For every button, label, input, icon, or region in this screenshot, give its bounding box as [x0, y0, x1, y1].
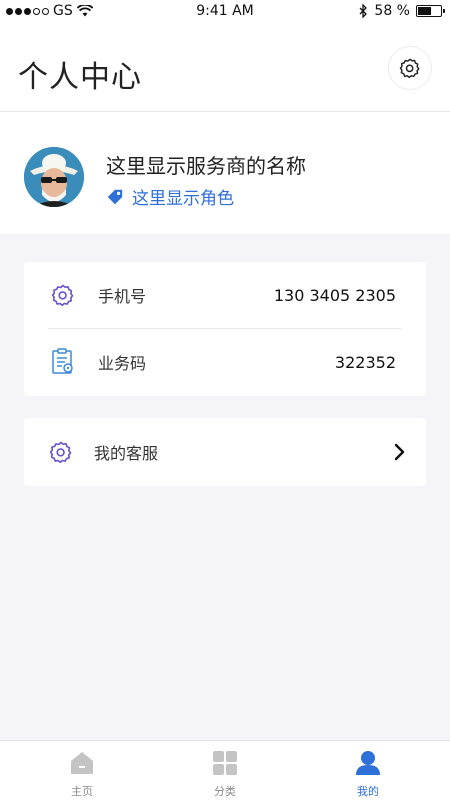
tab-bar: 主页 分类 我的	[0, 740, 450, 800]
gear-icon	[399, 58, 420, 79]
tab-home-label: 主页	[71, 785, 93, 798]
phone-label: 手机号	[98, 287, 147, 306]
business-code-value: 322352	[334, 352, 396, 372]
gear-icon	[48, 439, 74, 465]
bluetooth-icon	[359, 4, 368, 18]
business-code-row[interactable]: 业务码 322352	[24, 329, 426, 395]
business-code-label: 业务码	[98, 354, 147, 373]
provider-name: 这里显示服务商的名称	[106, 154, 306, 178]
tab-category[interactable]: 分类	[190, 749, 260, 799]
customer-service-label: 我的客服	[94, 444, 159, 463]
home-icon	[71, 752, 93, 774]
tab-home[interactable]: 主页	[47, 749, 117, 799]
role-label: 这里显示角色	[132, 189, 234, 209]
battery-percent: 58 %	[374, 3, 410, 19]
tab-mine[interactable]: 我的	[333, 749, 403, 799]
chevron-right-icon	[394, 443, 405, 461]
status-bar: GS 9:41 AM 58 %	[0, 0, 450, 24]
customer-service-card[interactable]: 我的客服	[24, 418, 426, 486]
settings-button[interactable]	[388, 46, 432, 90]
info-card: 手机号 130 3405 2305 业务码 322352	[24, 262, 426, 396]
gear-icon	[50, 282, 76, 308]
document-icon	[50, 348, 76, 375]
user-icon	[356, 751, 380, 775]
tag-icon	[107, 189, 123, 204]
tab-category-label: 分类	[214, 785, 236, 798]
profile-section: 这里显示服务商的名称 这里显示角色	[0, 112, 450, 234]
page-title: 个人中心	[18, 60, 142, 95]
grid-icon	[213, 751, 237, 775]
avatar-image	[24, 147, 84, 207]
customer-service-row[interactable]: 我的客服	[24, 419, 426, 485]
page-header: 个人中心	[0, 24, 450, 112]
avatar[interactable]	[24, 147, 84, 207]
phone-value: 130 3405 2305	[273, 285, 396, 305]
tab-mine-label: 我的	[357, 785, 379, 798]
role-tag: 这里显示角色	[106, 184, 234, 209]
phone-row[interactable]: 手机号 130 3405 2305	[24, 262, 426, 328]
battery-icon	[416, 5, 445, 17]
